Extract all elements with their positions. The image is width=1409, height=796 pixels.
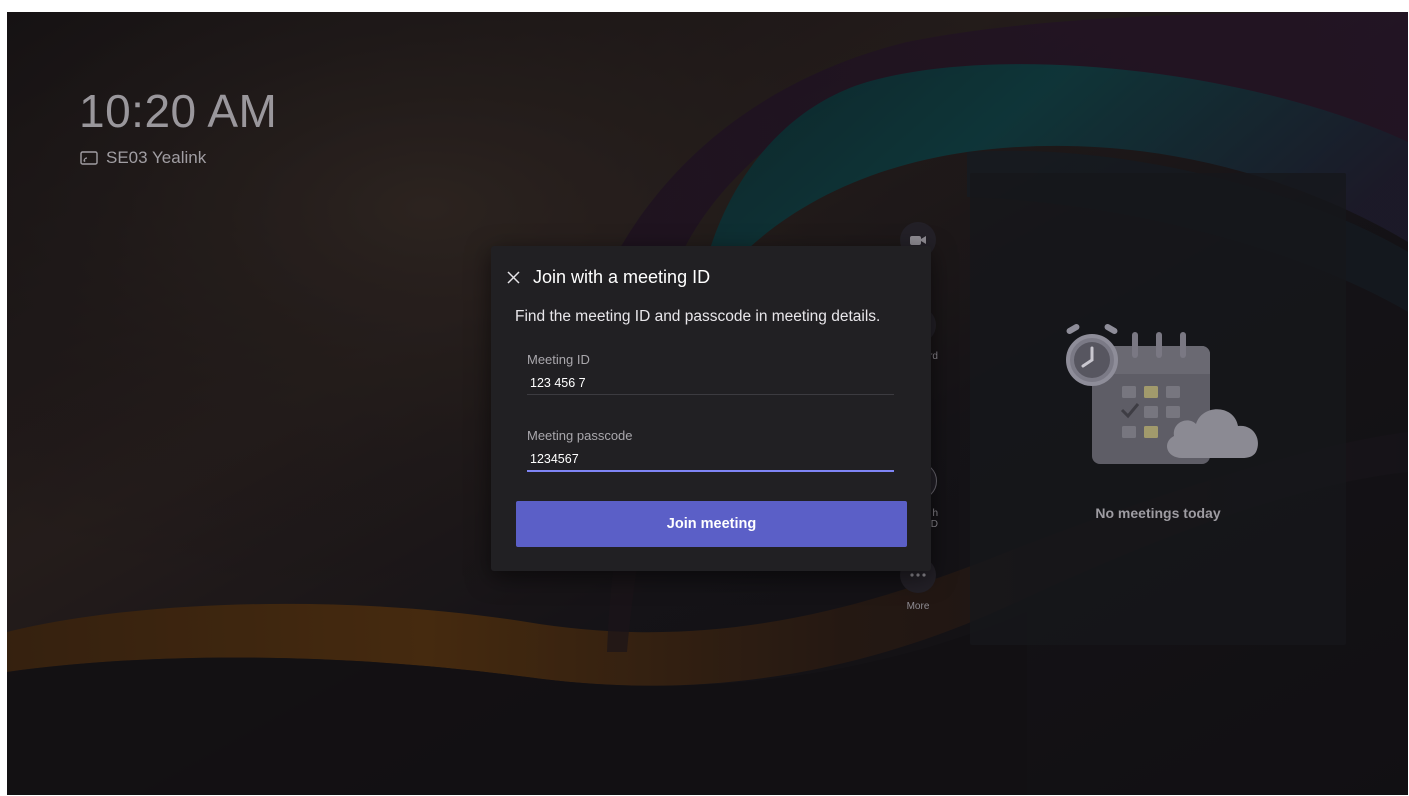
no-meetings-text: No meetings today [1095,505,1221,521]
meetings-panel: No meetings today [970,173,1346,645]
close-icon[interactable] [505,270,521,286]
meeting-id-input[interactable] [527,376,894,395]
dialog-title: Join with a meeting ID [533,267,711,287]
meeting-passcode-field: Meeting passcode [527,428,894,472]
rail-label-more: More [906,601,930,612]
calendar-clock-cloud-icon [1066,324,1258,464]
dialog-header: Join with a meeting ID [505,267,710,288]
teams-room-home-screen: 10:20 AM SE03 Yealink rd h ID More No me… [7,12,1408,795]
meeting-id-field: Meeting ID [527,352,894,395]
room-display-icon [80,150,98,166]
device-name: SE03 Yealink [106,148,207,167]
meeting-id-label: Meeting ID [527,352,590,367]
dialog-subtitle: Find the meeting ID and passcode in meet… [515,308,881,325]
join-meeting-dialog: Join with a meeting ID Find the meeting … [491,246,931,571]
device-info: SE03 Yealink [80,148,206,168]
join-meeting-button[interactable]: Join meeting [516,501,907,547]
meeting-passcode-label: Meeting passcode [527,428,633,443]
meeting-passcode-input[interactable] [527,452,894,472]
clock-time: 10:20 AM [79,85,278,137]
